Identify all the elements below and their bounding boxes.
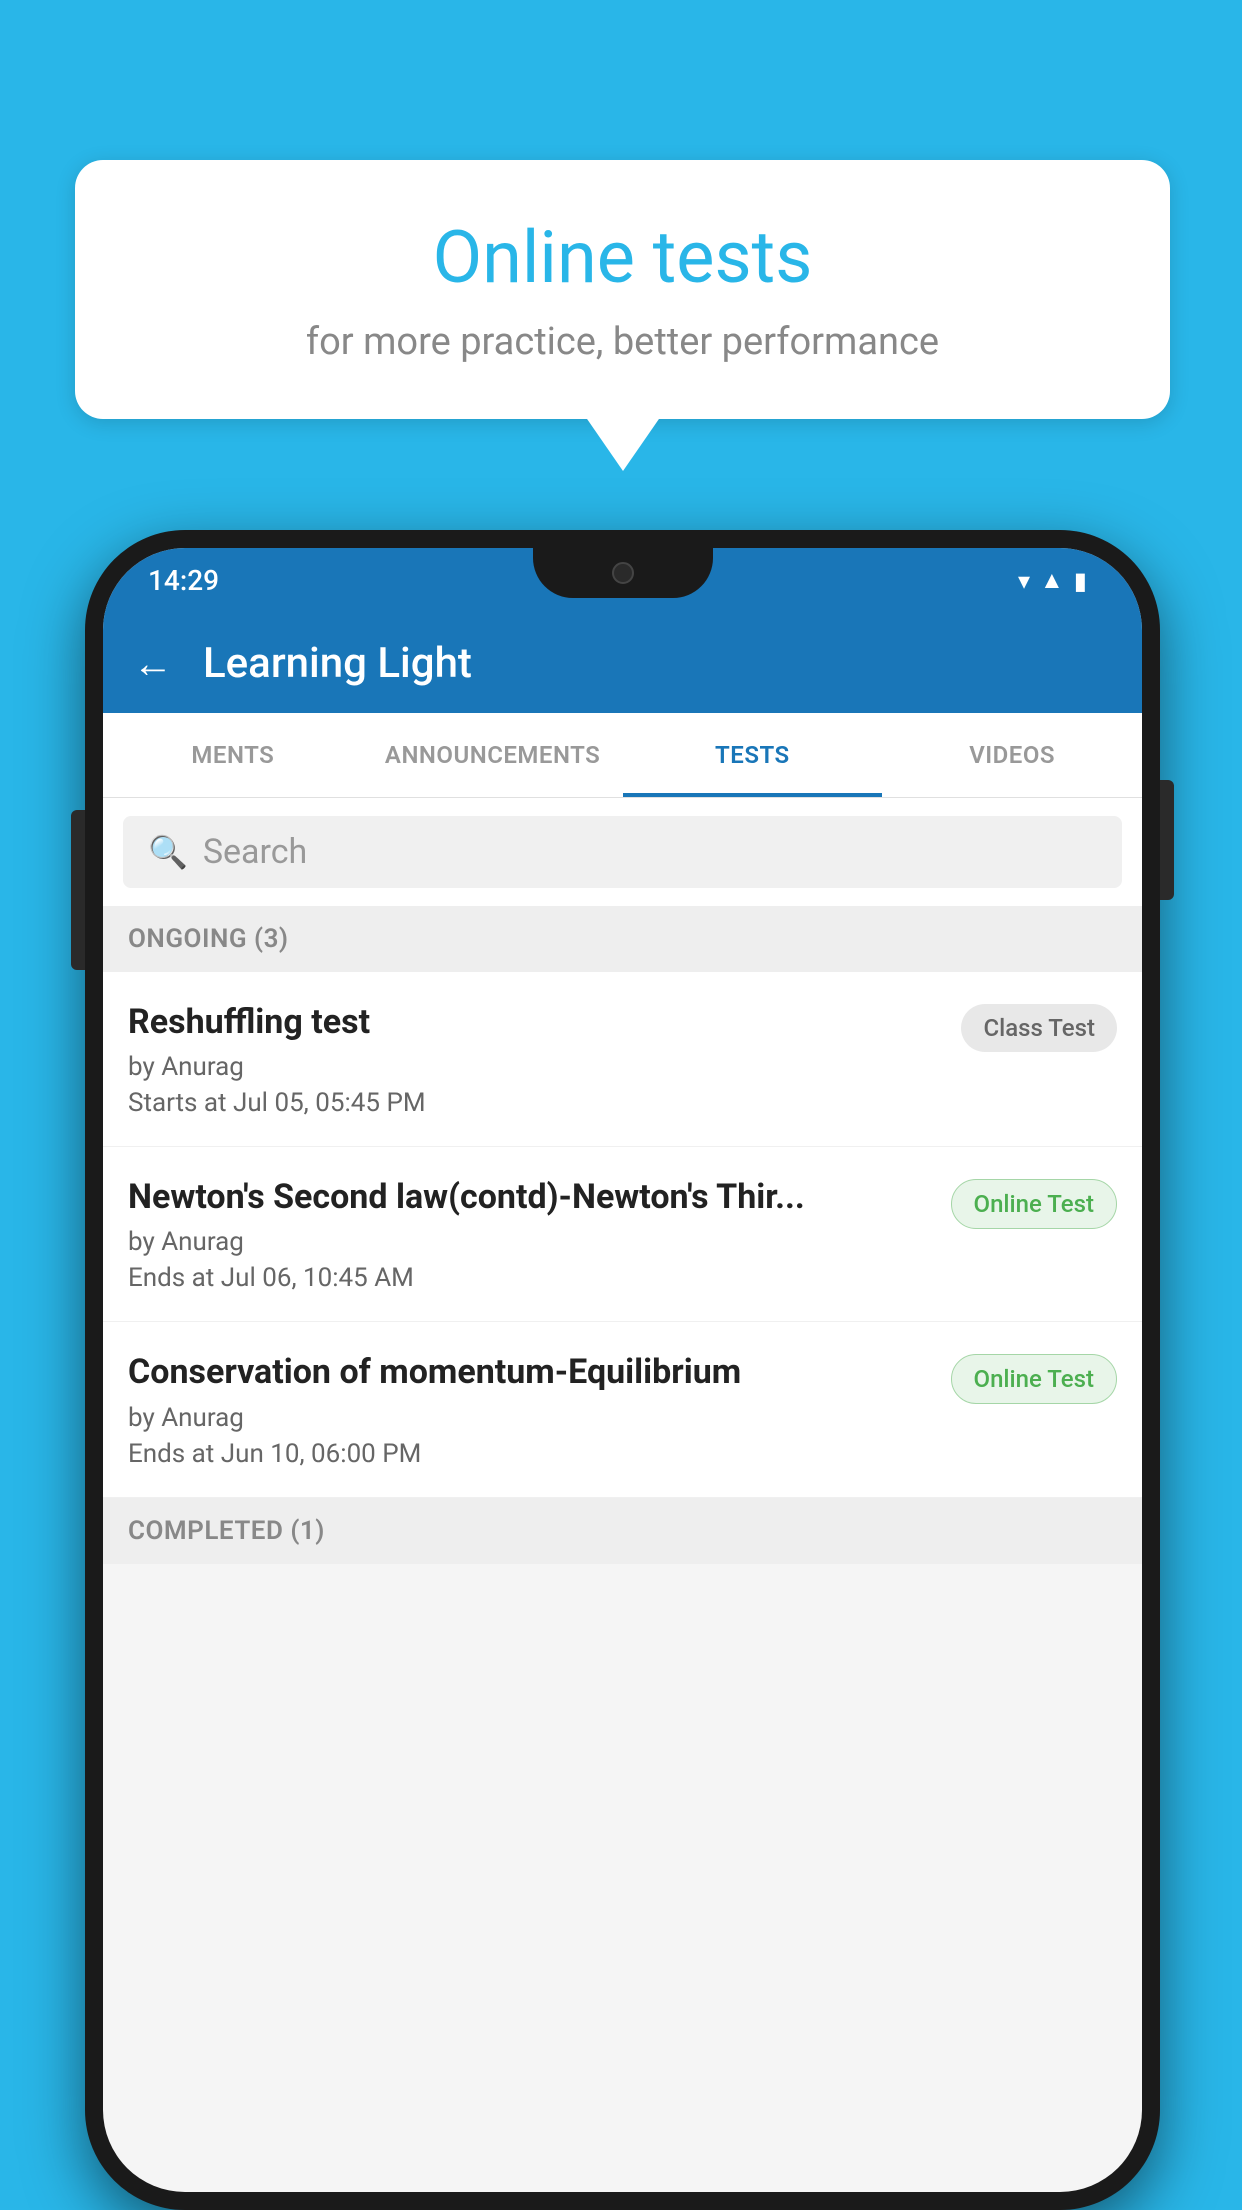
back-button[interactable]: ← (133, 640, 173, 687)
phone-screen: 14:29 ▾ ▲ ▮ ← Learning Light MENTS ANNOU… (103, 548, 1142, 2192)
search-box[interactable]: 🔍 Search (123, 816, 1122, 888)
test-item-3-date: Ends at Jun 10, 06:00 PM (128, 1439, 931, 1469)
test-item-3-badge: Online Test (951, 1354, 1117, 1404)
app-bar-title: Learning Light (203, 639, 472, 688)
test-item-1-date: Starts at Jul 05, 05:45 PM (128, 1088, 941, 1118)
phone-wrapper: 14:29 ▾ ▲ ▮ ← Learning Light MENTS ANNOU… (85, 530, 1160, 2210)
status-time: 14:29 (148, 564, 219, 597)
notch (533, 548, 713, 598)
completed-label: COMPLETED (1) (128, 1516, 325, 1546)
camera (612, 562, 634, 584)
speech-bubble: Online tests for more practice, better p… (75, 160, 1170, 419)
test-item-3-content: Conservation of momentum-Equilibrium by … (128, 1350, 951, 1468)
test-item-2-badge: Online Test (951, 1179, 1117, 1229)
test-item-2[interactable]: Newton's Second law(contd)-Newton's Thir… (103, 1147, 1142, 1322)
app-bar: ← Learning Light (103, 613, 1142, 713)
speech-bubble-subtitle: for more practice, better performance (135, 320, 1110, 364)
test-item-3-author: by Anurag (128, 1403, 931, 1433)
test-item-1-title: Reshuffling test (128, 1000, 941, 1044)
tab-announcements[interactable]: ANNOUNCEMENTS (363, 713, 623, 797)
test-item-3[interactable]: Conservation of momentum-Equilibrium by … (103, 1322, 1142, 1497)
search-input[interactable]: Search (203, 832, 307, 872)
test-item-2-title: Newton's Second law(contd)-Newton's Thir… (128, 1175, 931, 1219)
phone-shell: 14:29 ▾ ▲ ▮ ← Learning Light MENTS ANNOU… (85, 530, 1160, 2210)
tab-videos[interactable]: VIDEOS (882, 713, 1142, 797)
test-item-1[interactable]: Reshuffling test by Anurag Starts at Jul… (103, 972, 1142, 1147)
test-item-1-content: Reshuffling test by Anurag Starts at Jul… (128, 1000, 961, 1118)
test-item-1-author: by Anurag (128, 1052, 941, 1082)
test-item-1-badge: Class Test (961, 1004, 1117, 1052)
wifi-icon: ▾ (1018, 567, 1030, 595)
tab-tests[interactable]: TESTS (623, 713, 883, 797)
search-icon: 🔍 (148, 833, 188, 871)
test-item-2-author: by Anurag (128, 1227, 931, 1257)
test-item-2-content: Newton's Second law(contd)-Newton's Thir… (128, 1175, 951, 1293)
tab-ments[interactable]: MENTS (103, 713, 363, 797)
test-item-3-title: Conservation of momentum-Equilibrium (128, 1350, 931, 1394)
completed-section-header: COMPLETED (1) (103, 1498, 1142, 1564)
search-container: 🔍 Search (103, 798, 1142, 906)
ongoing-section-header: ONGOING (3) (103, 906, 1142, 972)
ongoing-label: ONGOING (3) (128, 924, 289, 954)
signal-icon: ▲ (1040, 566, 1064, 595)
battery-icon: ▮ (1074, 567, 1087, 595)
tabs-bar: MENTS ANNOUNCEMENTS TESTS VIDEOS (103, 713, 1142, 798)
test-item-2-date: Ends at Jul 06, 10:45 AM (128, 1263, 931, 1293)
status-icons: ▾ ▲ ▮ (1018, 566, 1087, 595)
speech-bubble-title: Online tests (135, 215, 1110, 300)
